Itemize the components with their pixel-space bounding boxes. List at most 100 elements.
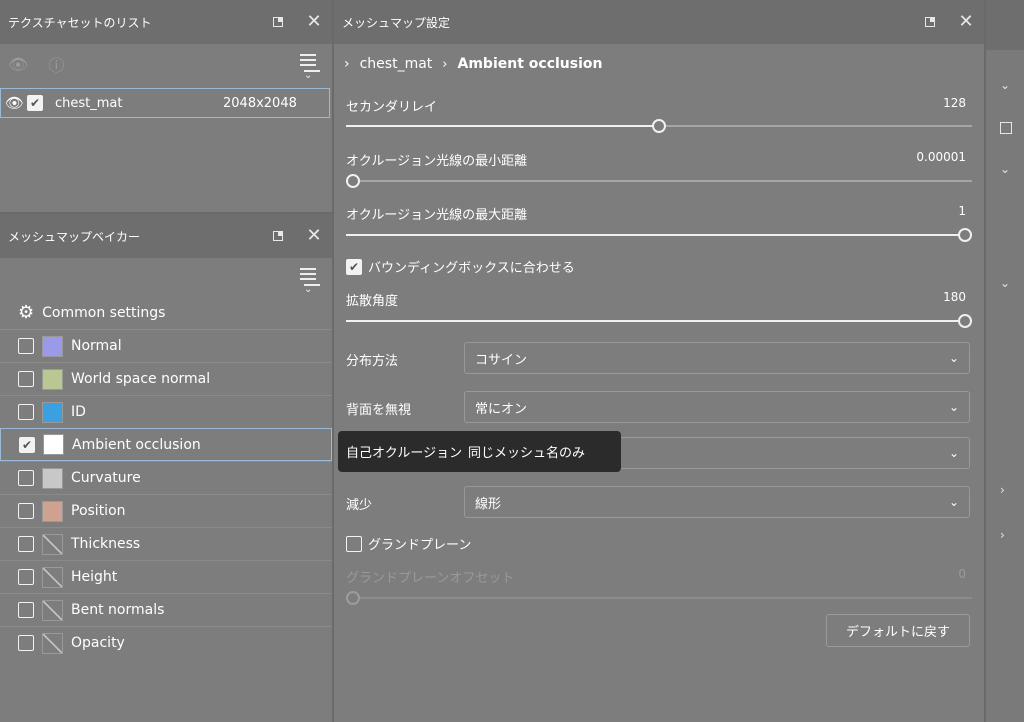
distribution-dropdown[interactable]: コサイン ⌄ [464,342,970,374]
map-thumbnail-icon [42,368,63,390]
close-icon[interactable]: ✕ [948,0,984,44]
baker-item-label: Ambient occlusion [72,436,201,453]
list-menu-icon[interactable]: ⌄ [300,268,320,295]
attenuation-value: 線形 [475,496,502,512]
baker-item[interactable]: Bent normals [0,593,332,626]
baker-item-checkbox[interactable] [18,569,34,585]
close-icon[interactable]: ✕ [296,214,332,258]
baker-item-label: Thickness [71,536,141,552]
slider-knob[interactable] [958,228,972,242]
ground-offset-label: グランドプレーンオフセット [346,571,515,586]
min-distance-slider[interactable] [346,174,972,188]
baker-item-checkbox[interactable] [18,503,34,519]
chevron-right-icon[interactable]: › [1000,483,1005,497]
self-occlusion-tooltip: 自己オクルージョン 同じメッシュ名のみ [338,431,621,472]
eye-settings-icon[interactable]: 👁 [8,55,28,74]
map-thumbnail-icon [42,632,63,654]
right-side-panel: ⌄ ⌄ ⌄ › › [986,0,1024,722]
chevron-down-icon[interactable]: ⌄ [1000,162,1010,176]
baker-item-checkbox[interactable] [18,470,34,486]
map-thumbnail-icon [42,566,63,588]
baker-list: ⚙ Common settings Normal World space norm… [0,296,332,659]
chevron-down-icon: ⌄ [948,400,959,414]
mesh-map-baker-panel: メッシュマップベイカー ✕ ⌄ ⚙ Common settings Normal… [0,214,332,722]
baker-item[interactable]: Curvature [0,461,332,494]
baker-item-label: Height [71,569,118,585]
panel-title: メッシュマップベイカー [8,229,141,244]
attenuation-dropdown[interactable]: 線形 ⌄ [464,486,970,518]
ignore-backface-dropdown[interactable]: 常にオン ⌄ [464,391,970,423]
common-settings-label: Common settings [42,304,166,321]
chevron-down-icon: ⌄ [948,446,959,460]
baker-item[interactable]: Opacity [0,626,332,659]
baker-item[interactable]: Position [0,494,332,527]
chevron-down-icon[interactable]: ⌄ [1000,276,1010,290]
map-thumbnail-icon [42,335,63,357]
ground-plane-row[interactable]: グランドプレーン [346,534,471,553]
baker-item[interactable]: World space normal [0,362,332,395]
baker-item-checkbox[interactable] [18,635,34,651]
chevron-right-icon: › [344,56,350,72]
baker-item-checkbox[interactable] [18,371,34,387]
baker-item-label: ID [71,404,86,420]
slider-knob[interactable] [652,119,666,133]
texture-set-list-panel: テクスチャセットのリスト ✕ 👁 ⓘ ⌄ 👁 ✔ chest_mat 2048x… [0,0,332,212]
fit-bbox-checkbox[interactable]: ✔ [346,258,362,275]
baker-item-checkbox[interactable] [18,404,34,420]
ground-plane-checkbox[interactable] [346,535,362,552]
baker-item-checkbox[interactable] [18,602,34,618]
secondary-rays-slider[interactable] [346,119,972,133]
breadcrumb-item[interactable]: chest_mat [360,56,433,72]
visibility-icon[interactable]: 👁 [5,94,27,112]
reset-defaults-button[interactable]: デフォルトに戻す [826,614,970,647]
baker-item[interactable]: ID [0,395,332,428]
info-icon[interactable]: ⓘ [48,52,64,76]
baker-item[interactable]: ✔ Ambient occlusion [0,428,332,461]
right-panel-titlebar [986,0,1024,50]
list-menu-icon[interactable]: ⌄ [300,54,320,81]
ground-plane-label: グランドプレーン [368,538,472,553]
baker-item[interactable]: Height [0,560,332,593]
fit-bbox-row[interactable]: ✔ バウンディングボックスに合わせる [346,257,575,276]
undock-icon[interactable] [260,0,296,44]
slider-knob[interactable] [346,174,360,188]
baker-item-checkbox[interactable] [18,536,34,552]
panel-title: テクスチャセットのリスト [8,15,152,30]
ground-offset-value: 0 [958,567,966,581]
secondary-rays-value[interactable]: 128 [943,96,966,110]
chevron-down-icon[interactable]: ⌄ [1000,78,1010,92]
chevron-right-icon[interactable]: › [1000,528,1005,542]
baker-item[interactable]: Normal [0,329,332,362]
texture-set-checkbox[interactable]: ✔ [27,95,43,111]
baker-item-label: World space normal [71,371,211,387]
baker-item-checkbox[interactable]: ✔ [19,436,35,453]
common-settings-item[interactable]: ⚙ Common settings [0,296,332,329]
close-icon[interactable]: ✕ [296,0,332,44]
texture-set-toolbar: 👁 ⓘ ⌄ [0,44,332,84]
baker-toolbar: ⌄ [0,258,332,296]
spread-angle-value[interactable]: 180 [943,290,966,304]
min-distance-value[interactable]: 0.00001 [916,150,966,164]
secondary-rays-label: セカンダリレイ [346,100,438,115]
mesh-map-settings-panel: メッシュマップ設定 ✕ › chest_mat › Ambient occlus… [334,0,984,722]
baker-titlebar: メッシュマップベイカー ✕ [0,214,332,258]
map-thumbnail-icon [42,599,63,621]
map-thumbnail-icon [43,434,64,455]
spread-angle-slider[interactable] [346,314,972,328]
max-distance-slider[interactable] [346,228,972,242]
texture-set-resolution: 2048x2048 [223,95,297,111]
map-thumbnail-icon [42,533,63,555]
chevron-down-icon: ⌄ [948,351,959,365]
map-thumbnail-icon [42,467,63,489]
slider-knob[interactable] [958,314,972,328]
baker-item-label: Normal [71,338,122,354]
fit-bbox-label: バウンディングボックスに合わせる [368,261,575,276]
checkbox-icon[interactable] [1000,122,1012,134]
max-distance-value[interactable]: 1 [958,204,966,218]
undock-icon[interactable] [260,214,296,258]
baker-item-checkbox[interactable] [18,338,34,354]
texture-set-row[interactable]: 👁 ✔ chest_mat 2048x2048 [0,88,330,118]
undock-icon[interactable] [912,0,948,44]
baker-item[interactable]: Thickness [0,527,332,560]
baker-item-label: Curvature [71,470,141,486]
